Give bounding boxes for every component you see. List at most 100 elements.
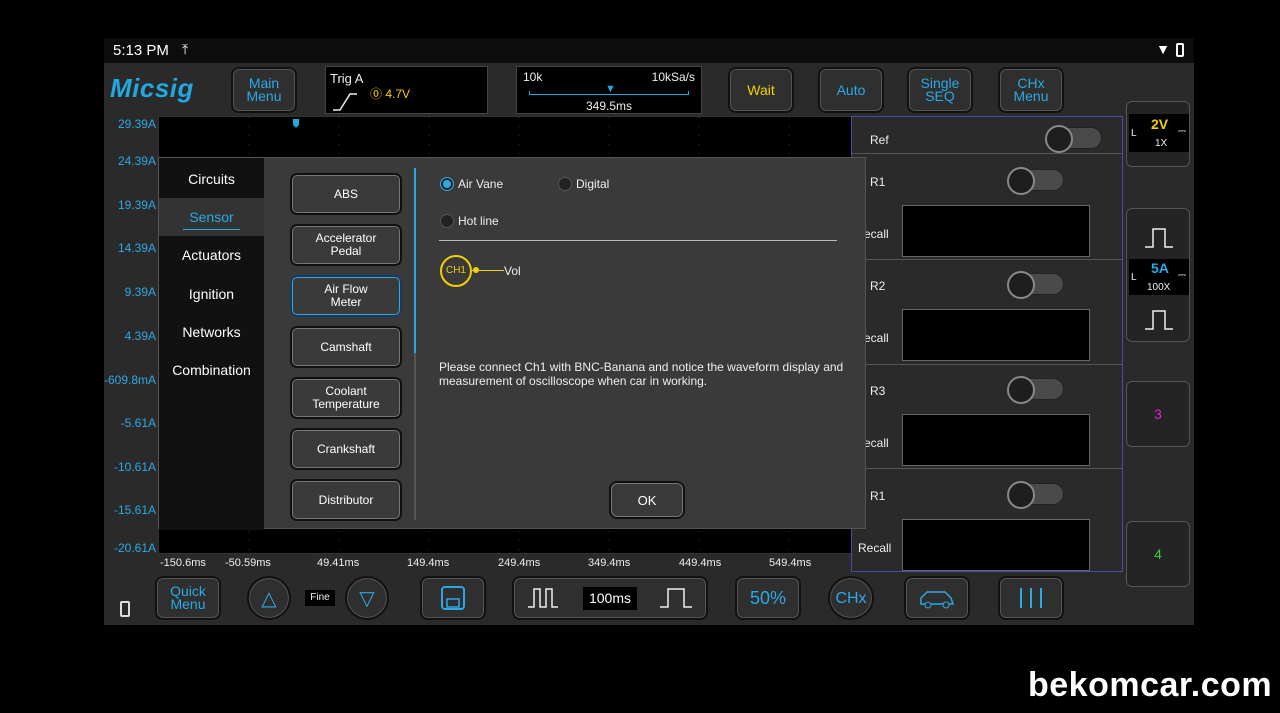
- recall-slot[interactable]: [902, 414, 1090, 466]
- reference-panel: Ref R1 ecall R2 ecall R3 ecall R1 Recall: [851, 116, 1123, 572]
- channel2-card[interactable]: L 5A 100X ⎓: [1126, 208, 1190, 342]
- ch2-scale: 5A: [1151, 260, 1169, 276]
- timebase-decrease-icon[interactable]: [524, 583, 564, 613]
- automotive-button[interactable]: [904, 576, 970, 620]
- ref-row-toggle[interactable]: [1007, 481, 1064, 509]
- sensor-coolant-temperature-button[interactable]: Coolant Temperature: [290, 377, 402, 419]
- fine-label[interactable]: Fine: [305, 590, 335, 606]
- sensor-camshaft-button[interactable]: Camshaft: [290, 326, 402, 368]
- category-networks[interactable]: Networks: [159, 313, 264, 351]
- battery-icon: [120, 601, 130, 617]
- category-combination[interactable]: Combination: [159, 351, 264, 389]
- pulse-down-icon: [1145, 310, 1173, 330]
- x-axis-label: 349.4ms: [588, 557, 631, 569]
- ref-toggle[interactable]: [1045, 125, 1102, 153]
- ref-row-toggle[interactable]: [1007, 167, 1064, 195]
- ref-row-toggle[interactable]: [1007, 271, 1064, 299]
- option-digital[interactable]: Digital: [558, 177, 609, 191]
- ch1-probe: 1X: [1155, 138, 1168, 149]
- up-arrow-icon[interactable]: △: [247, 576, 291, 620]
- auto-button[interactable]: Auto: [818, 67, 884, 113]
- option-air-vane[interactable]: Air Vane: [440, 177, 503, 191]
- category-actuators[interactable]: Actuators: [159, 236, 264, 274]
- category-ignition[interactable]: Ignition: [159, 275, 264, 313]
- down-arrow-icon[interactable]: ▽: [345, 576, 389, 620]
- recall-slot[interactable]: [902, 205, 1090, 257]
- battery-icon: [1176, 43, 1184, 57]
- timebase-increase-icon[interactable]: [656, 583, 696, 613]
- chx-menu-button[interactable]: CHx Menu: [998, 67, 1064, 113]
- memory-depth: 10k: [523, 70, 543, 84]
- recall-slot[interactable]: [902, 309, 1090, 361]
- single-seq-button[interactable]: Single SEQ: [907, 67, 973, 113]
- ref-row-label: R2: [870, 279, 886, 293]
- probe-signal-label: Vol: [504, 264, 521, 278]
- trigger-info[interactable]: Trig A ⓪ 4.7V: [325, 66, 488, 114]
- main-menu-label: Main Menu: [246, 75, 282, 104]
- channels-button[interactable]: [998, 576, 1064, 620]
- ref-row-label: R3: [870, 384, 886, 398]
- x-axis-label: -150.6ms: [160, 557, 206, 569]
- y-axis-label: -15.61A: [113, 503, 156, 517]
- ok-button[interactable]: OK: [609, 481, 685, 519]
- ch3-label: 3: [1154, 406, 1162, 422]
- watermark: bekomcar.com: [1028, 666, 1273, 704]
- y-axis-label: -20.61A: [113, 541, 156, 555]
- option-hot-line[interactable]: Hot line: [440, 214, 499, 228]
- chx-button[interactable]: CHx: [828, 576, 874, 620]
- y-axis-label: 4.39A: [124, 329, 156, 343]
- wait-label: Wait: [747, 81, 775, 98]
- quick-menu-button[interactable]: Quick Menu: [155, 576, 221, 620]
- bars-icon: [1020, 588, 1042, 608]
- pulse-up-icon: [1145, 228, 1173, 248]
- probe-dot: [473, 267, 479, 273]
- sensor-label: ABS: [333, 186, 358, 201]
- status-time: 5:13 PM: [113, 42, 169, 59]
- y-axis-label: 19.39A: [117, 198, 156, 212]
- main-menu-button[interactable]: Main Menu: [231, 67, 297, 113]
- channel4-card[interactable]: 4: [1126, 521, 1190, 587]
- x-axis-label: 449.4ms: [679, 557, 722, 569]
- sample-rate: 10kSa/s: [651, 70, 695, 84]
- sensor-label: Distributor: [318, 492, 374, 507]
- sensor-distributor-button[interactable]: Distributor: [290, 479, 402, 521]
- y-axis-label: 14.39A: [117, 241, 156, 255]
- y-axis-label: -5.61A: [120, 416, 156, 430]
- chx-label: CHx: [835, 589, 867, 607]
- ref-row-toggle[interactable]: [1007, 376, 1064, 404]
- sensor-label: Coolant Temperature: [312, 384, 380, 411]
- sensor-air-flow-meter-button[interactable]: Air Flow Meter: [290, 275, 402, 317]
- ref-row-label: R1: [870, 489, 886, 503]
- ch1-scale: 2V: [1151, 116, 1169, 132]
- save-button[interactable]: [420, 576, 486, 620]
- ref-row-label: R1: [870, 175, 886, 189]
- sensor-crankshaft-button[interactable]: Crankshaft: [290, 428, 402, 470]
- connection-instructions: Please connect Ch1 with BNC-Banana and n…: [439, 360, 844, 388]
- timebase-value: 100ms: [582, 586, 638, 610]
- chx-menu-label: CHx Menu: [1013, 75, 1049, 104]
- recall-slot[interactable]: [902, 519, 1090, 571]
- category-circuits[interactable]: Circuits: [159, 160, 264, 198]
- channel1-card[interactable]: L 2V 1X ⎓: [1126, 101, 1190, 167]
- screenshot-stage: 5:13 PM ⤒ ▼ Micsig Main Menu Trig A ⓪ 4.…: [0, 0, 1280, 713]
- recall-label: Recall: [858, 541, 892, 555]
- x-axis-label: 249.4ms: [498, 557, 541, 569]
- automotive-sensor-dialog: Circuits Sensor Actuators Ignition Netwo…: [158, 157, 866, 530]
- status-bar: 5:13 PM ⤒ ▼: [104, 38, 1194, 63]
- sensor-label: Accelerator Pedal: [315, 231, 377, 258]
- wifi-icon: ▼: [1156, 41, 1170, 57]
- fifty-percent-button[interactable]: 50%: [735, 576, 801, 620]
- sensor-abs-button[interactable]: ABS: [290, 173, 402, 215]
- ref-label: Ref: [870, 133, 889, 147]
- sensor-label: Air Flow Meter: [324, 282, 368, 309]
- y-axis-label: -609.8mA: [104, 373, 157, 387]
- sensor-accelerator-pedal-button[interactable]: Accelerator Pedal: [290, 224, 402, 266]
- channel3-card[interactable]: 3: [1126, 381, 1190, 447]
- category-sensor[interactable]: Sensor: [159, 198, 264, 236]
- ch1-probe-badge: CH1: [440, 255, 472, 287]
- sensor-label: Camshaft: [320, 339, 372, 354]
- sensor-list-scrollbar[interactable]: [414, 168, 416, 520]
- timebase-indicator[interactable]: 10k 10kSa/s ▼ 349.5ms: [516, 66, 702, 114]
- wait-button[interactable]: Wait: [728, 67, 794, 113]
- micsig-logo: Micsig: [110, 73, 194, 103]
